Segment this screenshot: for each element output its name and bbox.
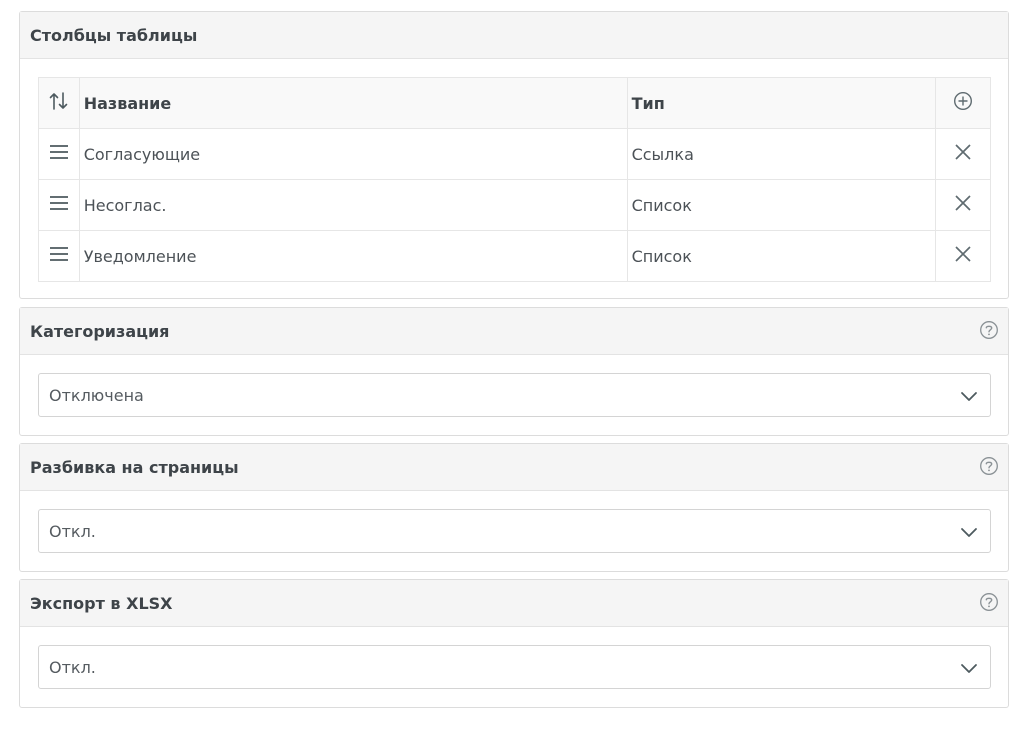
row-name: Несоглас. — [79, 179, 628, 231]
categorization-panel: Категоризация Отключена — [19, 307, 1009, 436]
export-value: Откл. — [49, 658, 96, 677]
pagination-title: Разбивка на страницы — [30, 458, 239, 477]
name-column-header: Название — [79, 77, 628, 129]
question-circle-icon[interactable] — [979, 592, 999, 612]
columns-table: Название Тип Согласующие Ссылка Несоглас… — [38, 77, 991, 282]
row-type: Список — [627, 230, 936, 282]
pagination-select[interactable]: Откл. — [38, 509, 991, 553]
row-type: Список — [627, 179, 936, 231]
export-title: Экспорт в XLSX — [30, 594, 173, 613]
categorization-value: Отключена — [49, 386, 144, 405]
categorization-select[interactable]: Отключена — [38, 373, 991, 417]
table-row: Уведомление Список — [38, 230, 991, 282]
plus-circle-icon[interactable] — [953, 91, 973, 115]
columns-panel: Столбцы таблицы Название Тип Согласующие… — [19, 11, 1009, 299]
pagination-value: Откл. — [49, 522, 96, 541]
close-icon[interactable] — [955, 195, 971, 215]
pagination-panel: Разбивка на страницы Откл. — [19, 443, 1009, 572]
export-panel-header: Экспорт в XLSX — [20, 580, 1008, 627]
table-header-row: Название Тип — [38, 77, 991, 129]
drag-handle-icon[interactable] — [49, 246, 69, 266]
row-type: Ссылка — [627, 128, 936, 180]
chevron-down-icon — [960, 388, 978, 402]
remove-cell — [935, 179, 991, 231]
drag-cell — [38, 128, 80, 180]
sort-arrows-icon[interactable] — [48, 90, 70, 116]
question-circle-icon[interactable] — [979, 456, 999, 476]
chevron-down-icon — [960, 524, 978, 538]
row-name: Уведомление — [79, 230, 628, 282]
drag-cell — [38, 179, 80, 231]
remove-cell — [935, 230, 991, 282]
close-icon[interactable] — [955, 246, 971, 266]
drag-handle-icon[interactable] — [49, 195, 69, 215]
close-icon[interactable] — [955, 144, 971, 164]
drag-handle-icon[interactable] — [49, 144, 69, 164]
remove-cell — [935, 128, 991, 180]
drag-cell — [38, 230, 80, 282]
categorization-panel-header: Категоризация — [20, 308, 1008, 355]
export-panel: Экспорт в XLSX Откл. — [19, 579, 1009, 708]
sort-header-cell — [38, 77, 80, 129]
columns-panel-header: Столбцы таблицы — [20, 12, 1008, 59]
columns-panel-title: Столбцы таблицы — [30, 26, 198, 45]
export-select[interactable]: Откл. — [38, 645, 991, 689]
pagination-panel-header: Разбивка на страницы — [20, 444, 1008, 491]
categorization-title: Категоризация — [30, 322, 170, 341]
row-name: Согласующие — [79, 128, 628, 180]
add-header-cell — [935, 77, 991, 129]
type-column-header: Тип — [627, 77, 936, 129]
table-row: Согласующие Ссылка — [38, 128, 991, 180]
question-circle-icon[interactable] — [979, 320, 999, 340]
chevron-down-icon — [960, 660, 978, 674]
table-row: Несоглас. Список — [38, 179, 991, 231]
